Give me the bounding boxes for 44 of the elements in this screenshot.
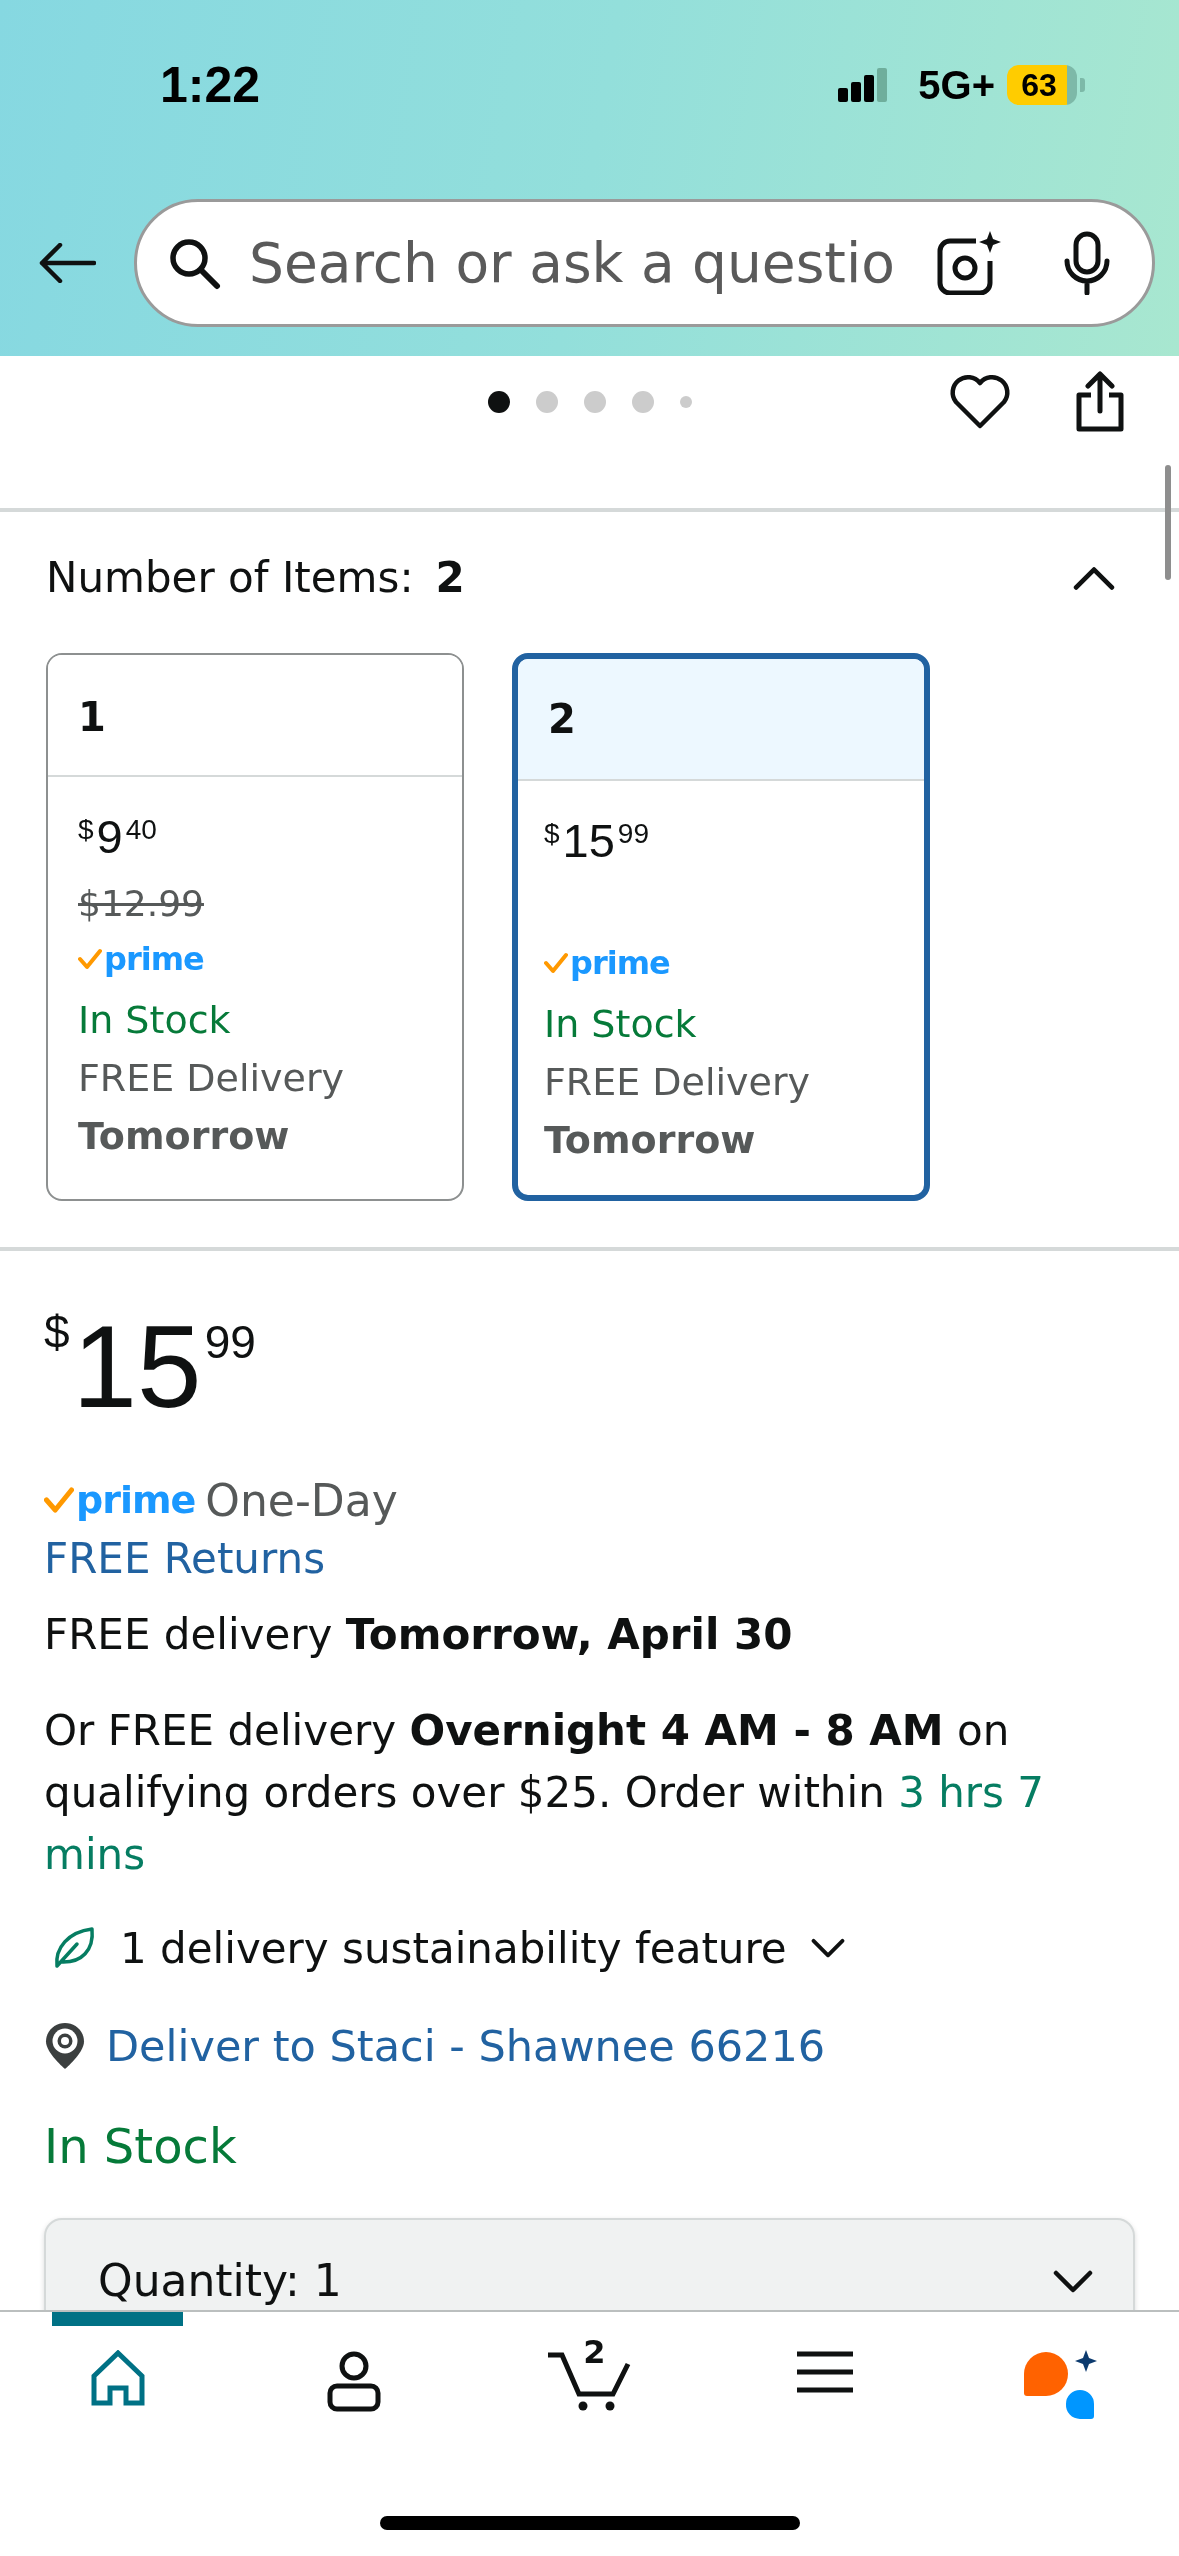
checkmark-icon xyxy=(44,1486,74,1514)
checkmark-icon xyxy=(78,947,102,971)
sustainability-toggle[interactable]: 1 delivery sustainability feature xyxy=(44,1918,845,1978)
camera-icon[interactable] xyxy=(936,231,1002,295)
person-icon[interactable] xyxy=(325,2350,382,2412)
quantity-dropdown[interactable]: Quantity: 1 xyxy=(44,2218,1135,2310)
delivery-offer-text: Or FREE delivery Overnight 4 AM - 8 AM on qualifying orders over $25. Order within 3 hrs 7 mins xyxy=(44,1705,1046,1881)
list-price: $12.99 xyxy=(78,882,204,924)
menu-icon[interactable] xyxy=(797,2350,854,2394)
home-icon[interactable] xyxy=(89,2350,146,2406)
search-bar[interactable]: Search or ask a questio xyxy=(134,199,1155,327)
search-field[interactable]: Search or ask a questio xyxy=(249,231,936,295)
network-type: 5G+ xyxy=(918,62,995,108)
share-icon[interactable] xyxy=(1075,371,1125,433)
prime-wordmark: prime xyxy=(76,1481,196,1519)
delivery-date: FREE delivery Tomorrow, April 30 xyxy=(44,1608,793,1661)
cart-tab[interactable]: 2 xyxy=(524,2312,655,2420)
back-arrow-icon[interactable] xyxy=(38,243,96,283)
stock-status: In Stock xyxy=(44,2117,237,2176)
prime-wordmark: prime xyxy=(104,943,204,975)
stock-status: In Stock xyxy=(544,1001,697,1048)
delivery-speed: One-Day xyxy=(205,1474,398,1526)
deliver-to-link[interactable]: Deliver to Staci - Shawnee 66216 xyxy=(106,2016,826,2076)
delivery-day: Tomorrow xyxy=(78,1107,290,1165)
heart-icon[interactable] xyxy=(949,374,1011,430)
prime-wordmark: prime xyxy=(570,947,670,979)
option-header: 2 xyxy=(518,659,924,781)
delivery-day: Tomorrow xyxy=(544,1111,756,1169)
checkmark-icon xyxy=(544,951,568,975)
microphone-icon[interactable] xyxy=(1062,231,1112,295)
signal-icon xyxy=(838,68,889,102)
battery-indicator: 63 xyxy=(1007,65,1085,105)
returns-link[interactable]: FREE Returns xyxy=(44,1528,326,1588)
delivery-info: FREE Delivery xyxy=(78,1055,345,1102)
leaf-icon xyxy=(52,1926,96,1970)
stock-status: In Stock xyxy=(78,997,231,1044)
variation-value: 2 xyxy=(435,556,465,600)
delivery-info: FREE Delivery xyxy=(544,1059,811,1106)
variation-label: Number of Items: xyxy=(46,556,414,600)
clock-time: 1:22 xyxy=(160,56,261,114)
location-pin-icon xyxy=(44,2021,86,2071)
option-header: 1 xyxy=(48,655,462,777)
search-icon xyxy=(167,236,221,290)
chevron-down-icon xyxy=(1053,2270,1093,2294)
